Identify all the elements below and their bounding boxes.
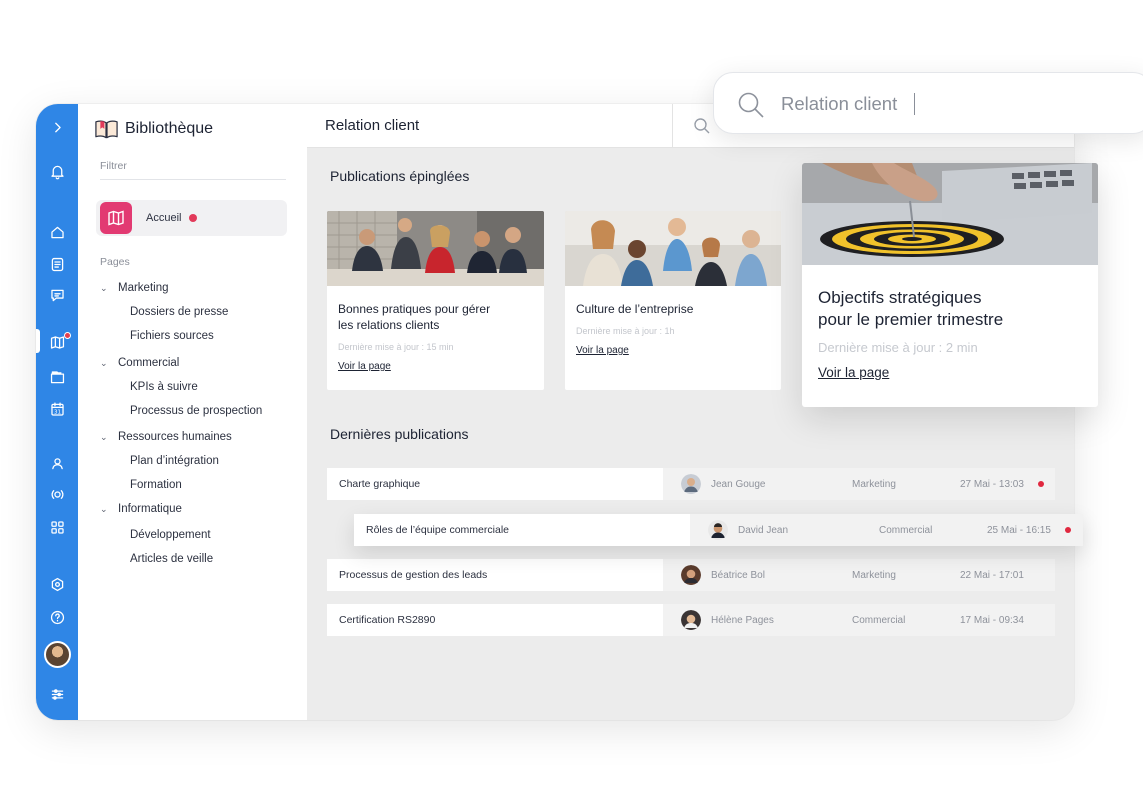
broadcast-icon[interactable] — [47, 484, 67, 504]
filter-input[interactable]: Filtrer — [100, 160, 286, 180]
pinned-card-title-line2: les relations clients — [338, 318, 440, 332]
pinned-card-meta: Dernière mise à jour : 15 min — [338, 342, 454, 352]
tree-page[interactable]: Processus de prospection — [100, 399, 300, 423]
office-team-photo — [327, 211, 544, 286]
tree-page[interactable]: KPIs à suivre — [100, 375, 300, 399]
people-icon[interactable] — [47, 453, 67, 473]
row-date: 27 Mai - 13:03 — [960, 478, 1024, 490]
highlighted-card-title-line2: pour le premier trimestre — [818, 310, 1004, 329]
apps-icon[interactable] — [47, 517, 67, 537]
map-icon — [100, 202, 132, 234]
library-title: Bibliothèque — [94, 118, 213, 140]
unread-dot — [1038, 481, 1044, 487]
tree-category-commercial[interactable]: ⌄ Commercial — [100, 351, 300, 375]
row-author: Jean Gouge — [711, 478, 766, 490]
bell-icon[interactable] — [47, 161, 67, 181]
row-date: 17 Mai - 09:34 — [960, 614, 1024, 626]
tree-page[interactable]: Articles de veille — [100, 547, 300, 571]
pinned-heading: Publications épinglées — [330, 168, 470, 184]
pinned-card-title-line1: Bonnes pratiques pour gérer — [338, 302, 491, 316]
pages-tree: ⌄ Marketing Dossiers de presse Fichiers s… — [100, 276, 300, 571]
chevron-down-icon: ⌄ — [100, 503, 108, 514]
topbar-divider — [672, 104, 673, 148]
library-title-text: Bibliothèque — [125, 120, 214, 137]
sliders-icon[interactable] — [47, 684, 67, 704]
tree-page[interactable]: Dossiers de presse — [100, 300, 300, 324]
author-avatar — [681, 565, 701, 585]
icon-rail: 31 — [36, 104, 78, 720]
tree-page[interactable]: Fichiers sources — [100, 324, 300, 348]
library-sidebar: Bibliothèque Filtrer Accueil Pages ⌄ Mark… — [78, 104, 307, 720]
search-input[interactable]: Relation client — [781, 93, 897, 115]
chat-icon[interactable] — [47, 285, 67, 305]
unread-dot — [1065, 527, 1071, 533]
row-category: Commercial — [852, 614, 906, 626]
tree-page[interactable]: Développement — [100, 523, 300, 547]
pinned-card-title-line1: Culture de l’entreprise — [576, 302, 694, 316]
pinned-card-link[interactable]: Voir la page — [576, 345, 629, 356]
tree-category-it[interactable]: ⌄ Informatique — [100, 497, 300, 521]
user-avatar[interactable] — [44, 641, 71, 668]
tree-page[interactable]: Plan d’intégration — [100, 449, 300, 473]
pinned-card-meta: Dernière mise à jour : 1h — [576, 326, 675, 336]
tree-category-hr[interactable]: ⌄ Ressources humaines — [100, 425, 300, 449]
row-category: Marketing — [852, 569, 896, 581]
highlighted-card-title-line1: Objectifs stratégiques — [818, 288, 982, 307]
team-meeting-photo — [565, 211, 781, 286]
help-icon[interactable] — [47, 607, 67, 627]
pinned-card[interactable]: Culture de l’entreprise Dernière mise à … — [565, 211, 781, 390]
tree-page[interactable]: Formation — [100, 473, 300, 497]
target-photo — [802, 163, 1098, 265]
table-row[interactable]: Certification RS2890 Hélène Pages Commer… — [327, 604, 1055, 636]
pinned-card-highlighted[interactable]: Objectifs stratégiques pour le premier t… — [802, 163, 1098, 407]
document-icon[interactable] — [47, 254, 67, 274]
author-avatar — [681, 610, 701, 630]
row-title: Processus de gestion des leads — [339, 569, 488, 581]
row-title: Rôles de l’équipe commerciale — [366, 524, 509, 536]
row-author: Hélène Pages — [711, 614, 774, 626]
rail-active-indicator — [36, 329, 40, 353]
author-avatar — [681, 474, 701, 494]
calendar-icon[interactable]: 31 — [47, 399, 67, 419]
page-title: Relation client — [325, 117, 420, 134]
latest-heading: Dernières publications — [330, 426, 469, 442]
row-author: David Jean — [738, 524, 789, 536]
chevron-down-icon: ⌄ — [100, 357, 108, 368]
home-notification-dot — [189, 214, 198, 222]
home-icon[interactable] — [47, 222, 67, 242]
svg-text:31: 31 — [53, 409, 60, 415]
pinned-card[interactable]: Bonnes pratiques pour gérer les relation… — [327, 211, 544, 390]
chevron-down-icon: ⌄ — [100, 431, 108, 442]
row-date: 25 Mai - 16:15 — [987, 524, 1051, 536]
chevron-down-icon: ⌄ — [100, 282, 108, 293]
pages-label: Pages — [100, 256, 130, 268]
row-title: Certification RS2890 — [339, 614, 436, 626]
home-page-item[interactable]: Accueil — [96, 200, 287, 236]
library-notification-dot — [64, 332, 71, 339]
book-icon — [95, 120, 118, 139]
tree-category-marketing[interactable]: ⌄ Marketing — [100, 276, 300, 300]
row-category: Marketing — [852, 478, 896, 490]
row-author: Béatrice Bol — [711, 569, 765, 581]
folder-icon[interactable] — [47, 367, 67, 387]
search-icon — [736, 90, 766, 120]
search-icon[interactable] — [692, 116, 712, 136]
text-caret — [914, 93, 915, 115]
row-category: Commercial — [879, 524, 933, 536]
pinned-card-link[interactable]: Voir la page — [338, 361, 391, 372]
table-row-highlighted[interactable]: Rôles de l’équipe commerciale David Jean… — [354, 514, 1083, 546]
highlighted-card-meta: Dernière mise à jour : 2 min — [818, 340, 978, 355]
table-row[interactable]: Processus de gestion des leads Béatrice … — [327, 559, 1055, 591]
highlighted-card-link[interactable]: Voir la page — [818, 365, 889, 380]
table-row[interactable]: Charte graphique Jean Gouge Marketing 27… — [327, 468, 1055, 500]
settings-icon[interactable] — [47, 574, 67, 594]
home-label: Accueil — [146, 212, 182, 224]
row-date: 22 Mai - 17:01 — [960, 569, 1024, 581]
search-bar[interactable]: Relation client — [713, 72, 1143, 134]
author-avatar — [708, 520, 728, 540]
row-title: Charte graphique — [339, 478, 421, 490]
chevron-right-icon[interactable] — [47, 117, 67, 137]
